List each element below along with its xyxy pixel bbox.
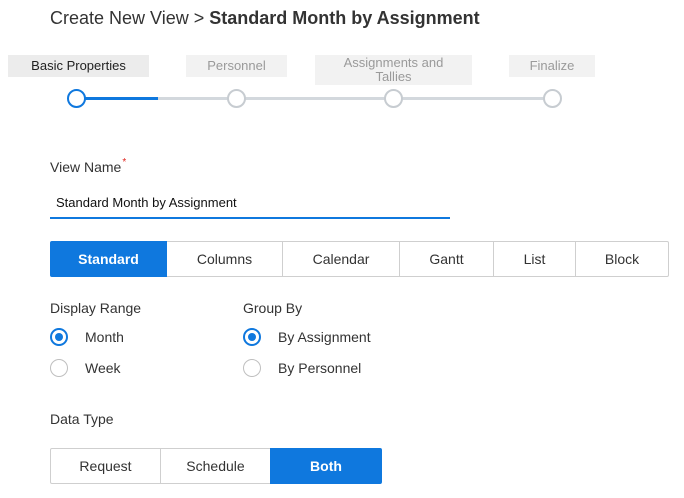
group-by-label: Group By (243, 300, 303, 316)
data-type-schedule-button[interactable]: Schedule (160, 448, 271, 484)
step-node-personnel[interactable] (227, 89, 246, 108)
step-finalize[interactable]: Finalize (509, 55, 595, 77)
step-label: Finalize (529, 58, 575, 73)
display-range-label: Display Range (50, 300, 142, 316)
page-title: Create New View > Standard Month by Assi… (50, 8, 480, 29)
title-prefix: Create New View > (50, 8, 210, 28)
wizard-progress-fill (77, 97, 158, 100)
radio-label: By Assignment (278, 329, 371, 345)
step-personnel[interactable]: Personnel (186, 55, 287, 77)
display-range-week-option[interactable]: Week (50, 359, 121, 377)
radio-unselected-icon[interactable] (243, 359, 261, 377)
view-type-calendar-button[interactable]: Calendar (282, 241, 400, 277)
view-type-block-button[interactable]: Block (575, 241, 669, 277)
view-name-input[interactable] (50, 187, 450, 219)
view-type-standard-button[interactable]: Standard (50, 241, 167, 277)
group-by-personnel-option[interactable]: By Personnel (243, 359, 361, 377)
step-label: Basic Properties (31, 58, 126, 73)
data-type-both-button[interactable]: Both (270, 448, 382, 484)
radio-label: Week (85, 360, 121, 376)
view-name-label: View Name* (50, 157, 127, 175)
view-type-gantt-button[interactable]: Gantt (399, 241, 494, 277)
data-type-request-button[interactable]: Request (50, 448, 161, 484)
display-range-month-option[interactable]: Month (50, 328, 124, 346)
step-node-finalize[interactable] (543, 89, 562, 108)
radio-label: Month (85, 329, 124, 345)
view-title: Standard Month by Assignment (209, 8, 480, 28)
data-type-selector: Request Schedule Both (50, 448, 382, 484)
view-type-columns-button[interactable]: Columns (166, 241, 283, 277)
step-assignments-and-tallies[interactable]: Assignments and Tallies (315, 55, 472, 85)
radio-unselected-icon[interactable] (50, 359, 68, 377)
radio-selected-icon[interactable] (50, 328, 68, 346)
step-label: Assignments and Tallies (343, 55, 444, 84)
required-marker: * (122, 157, 127, 168)
group-by-assignment-option[interactable]: By Assignment (243, 328, 371, 346)
view-type-list-button[interactable]: List (493, 241, 576, 277)
radio-selected-icon[interactable] (243, 328, 261, 346)
data-type-label: Data Type (50, 411, 114, 427)
view-type-selector: Standard Columns Calendar Gantt List Blo… (50, 241, 669, 277)
view-name-label-text: View Name (50, 159, 122, 175)
step-label: Personnel (207, 58, 266, 73)
step-node-assignments[interactable] (384, 89, 403, 108)
step-basic-properties[interactable]: Basic Properties (8, 55, 149, 77)
step-node-basic-properties[interactable] (67, 89, 86, 108)
radio-label: By Personnel (278, 360, 362, 376)
